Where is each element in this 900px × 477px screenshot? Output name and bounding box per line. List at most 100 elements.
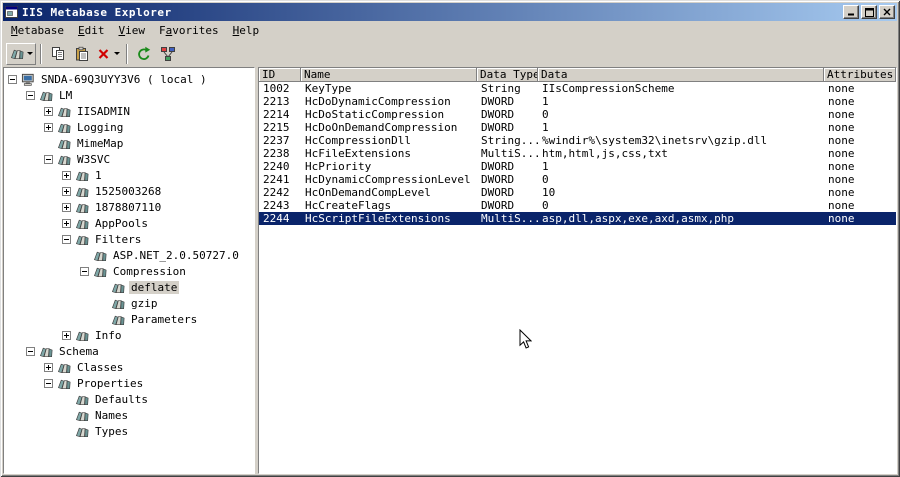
column-header-name[interactable]: Name <box>301 68 477 82</box>
tree-label: ASP.NET_2.0.50727.0 <box>113 248 239 262</box>
list-body[interactable]: 1002 KeyType String IIsCompressionScheme non… <box>259 82 896 473</box>
tree-item-schema[interactable]: Schema <box>4 343 254 359</box>
tree-item-filters[interactable]: Filters <box>4 231 254 247</box>
expand-toggle-icon[interactable] <box>62 330 71 340</box>
column-header-data[interactable]: Data <box>538 68 824 82</box>
cell-data-type: DWORD <box>481 173 515 186</box>
menu-item-view[interactable]: View <box>111 22 152 39</box>
tree-item-parameters[interactable]: Parameters <box>4 311 254 327</box>
tree-item-lm[interactable]: LM <box>4 87 254 103</box>
table-row[interactable]: 2241 HcDynamicCompressionLevel DWORD 0 none <box>259 173 896 186</box>
expand-toggle-icon[interactable] <box>44 122 53 132</box>
keys-icon <box>74 327 90 343</box>
keys-icon <box>56 375 72 391</box>
column-header-attributes[interactable]: Attributes <box>824 68 896 82</box>
tree-item-classes[interactable]: Classes <box>4 359 254 375</box>
cell-name: HcOnDemandCompLevel <box>305 186 431 199</box>
cell-name: HcDoStaticCompression <box>305 108 445 121</box>
expand-toggle-icon[interactable] <box>8 74 17 84</box>
column-header-data-type[interactable]: Data Type <box>477 68 538 82</box>
tree-item-deflate[interactable]: deflate <box>4 279 254 295</box>
expand-toggle-icon[interactable] <box>62 186 71 196</box>
expand-toggle-icon[interactable] <box>44 378 53 388</box>
expand-toggle-icon[interactable] <box>26 346 35 356</box>
expand-toggle-icon[interactable] <box>26 90 35 100</box>
tree-label: SNDA-69Q3UYY3V6 ( local ) <box>41 72 207 86</box>
refresh-button[interactable] <box>132 43 156 65</box>
expand-toggle-icon[interactable] <box>62 234 71 244</box>
table-row[interactable]: 2237 HcCompressionDll String... %windir%\sy… <box>259 134 896 147</box>
computer-icon <box>20 71 36 87</box>
menu-item-favorites[interactable]: Favorites <box>152 22 226 39</box>
maximize-button[interactable] <box>861 5 877 19</box>
table-row[interactable]: 2213 HcDoDynamicCompression DWORD 1 none <box>259 95 896 108</box>
expand-toggle-icon[interactable] <box>44 362 53 372</box>
tree-item-1878807110[interactable]: 1878807110 <box>4 199 254 215</box>
cell-data: 0 <box>542 108 549 121</box>
dropdown-arrow-icon[interactable] <box>114 52 120 55</box>
cell-attributes: none <box>828 95 855 108</box>
tree-label: Logging <box>77 120 124 134</box>
tree-item-mimemap[interactable]: MimeMap <box>4 135 254 151</box>
table-row[interactable]: 2243 HcCreateFlags DWORD 0 none <box>259 199 896 212</box>
close-button[interactable] <box>879 5 895 19</box>
expand-toggle-icon[interactable] <box>80 266 89 276</box>
tree-label: Schema <box>59 344 99 358</box>
tree-item-defaults[interactable]: Defaults <box>4 391 254 407</box>
table-row[interactable]: 2240 HcPriority DWORD 1 none <box>259 160 896 173</box>
paste-button[interactable] <box>70 43 94 65</box>
tree-item-properties[interactable]: Properties <box>4 375 254 391</box>
tree-item-apppools[interactable]: AppPools <box>4 215 254 231</box>
menu-item-help[interactable]: Help <box>226 22 267 39</box>
tree-label: 1878807110 <box>95 200 162 214</box>
column-header-id[interactable]: ID <box>259 68 301 82</box>
tree-item-1[interactable]: 1 <box>4 167 254 183</box>
tree-item-info[interactable]: Info <box>4 327 254 343</box>
table-row[interactable]: 2238 HcFileExtensions MultiS... htm,html,js… <box>259 147 896 160</box>
dropdown-arrow-icon[interactable] <box>27 52 33 55</box>
expand-toggle-icon[interactable] <box>44 106 53 116</box>
cell-id: 2241 <box>263 173 290 186</box>
tree-item-iisadmin[interactable]: IISADMIN <box>4 103 254 119</box>
tree-item-asp-net-2-0-50727-0[interactable]: ASP.NET_2.0.50727.0 <box>4 247 254 263</box>
tree-item-1525003268[interactable]: 1525003268 <box>4 183 254 199</box>
cell-data-type: DWORD <box>481 160 515 173</box>
connect-button[interactable] <box>156 43 180 65</box>
menu-item-edit[interactable]: Edit <box>71 22 112 39</box>
tree-label: Properties <box>77 376 144 390</box>
cell-id: 2238 <box>263 147 290 160</box>
table-row[interactable]: 2215 HcDoOnDemandCompression DWORD 1 none <box>259 121 896 134</box>
keys-icon <box>74 183 90 199</box>
table-row[interactable]: 2242 HcOnDemandCompLevel DWORD 10 none <box>259 186 896 199</box>
cell-id: 2215 <box>263 121 290 134</box>
tree-item-compression[interactable]: Compression <box>4 263 254 279</box>
tree-item-w3svc[interactable]: W3SVC <box>4 151 254 167</box>
new-record-button[interactable] <box>6 42 36 65</box>
tree-item-names[interactable]: Names <box>4 407 254 423</box>
expand-toggle-icon[interactable] <box>62 218 71 228</box>
tree-pane[interactable]: SNDA-69Q3UYY3V6 ( local ) LM IISADMIN Loggi… <box>3 67 255 474</box>
cell-attributes: none <box>828 147 855 160</box>
table-row[interactable]: 2244 HcScriptFileExtensions MultiS... asp,d… <box>259 212 896 225</box>
tree-item-logging[interactable]: Logging <box>4 119 254 135</box>
expand-toggle-icon[interactable] <box>62 170 71 180</box>
tree-item-snda-69q3uyy3v6-local[interactable]: SNDA-69Q3UYY3V6 ( local ) <box>4 71 254 87</box>
cell-data: 1 <box>542 95 549 108</box>
menu-item-metabase[interactable]: Metabase <box>4 22 71 39</box>
delete-button[interactable] <box>94 43 122 65</box>
table-row[interactable]: 1002 KeyType String IIsCompressionScheme non… <box>259 82 896 95</box>
keys-icon <box>56 103 72 119</box>
minimize-button[interactable] <box>843 5 859 19</box>
tree-item-types[interactable]: Types <box>4 423 254 439</box>
tree-item-gzip[interactable]: gzip <box>4 295 254 311</box>
toolbar-separator <box>126 43 128 64</box>
tree-label: Types <box>95 424 129 438</box>
copy-button[interactable] <box>46 43 70 65</box>
cell-name: HcPriority <box>305 160 372 173</box>
cell-id: 2244 <box>263 212 290 225</box>
expand-toggle-icon[interactable] <box>44 154 53 164</box>
cell-name: HcFileExtensions <box>305 147 411 160</box>
expand-toggle-icon[interactable] <box>62 202 71 212</box>
table-row[interactable]: 2214 HcDoStaticCompression DWORD 0 none <box>259 108 896 121</box>
keys-icon <box>74 199 90 215</box>
